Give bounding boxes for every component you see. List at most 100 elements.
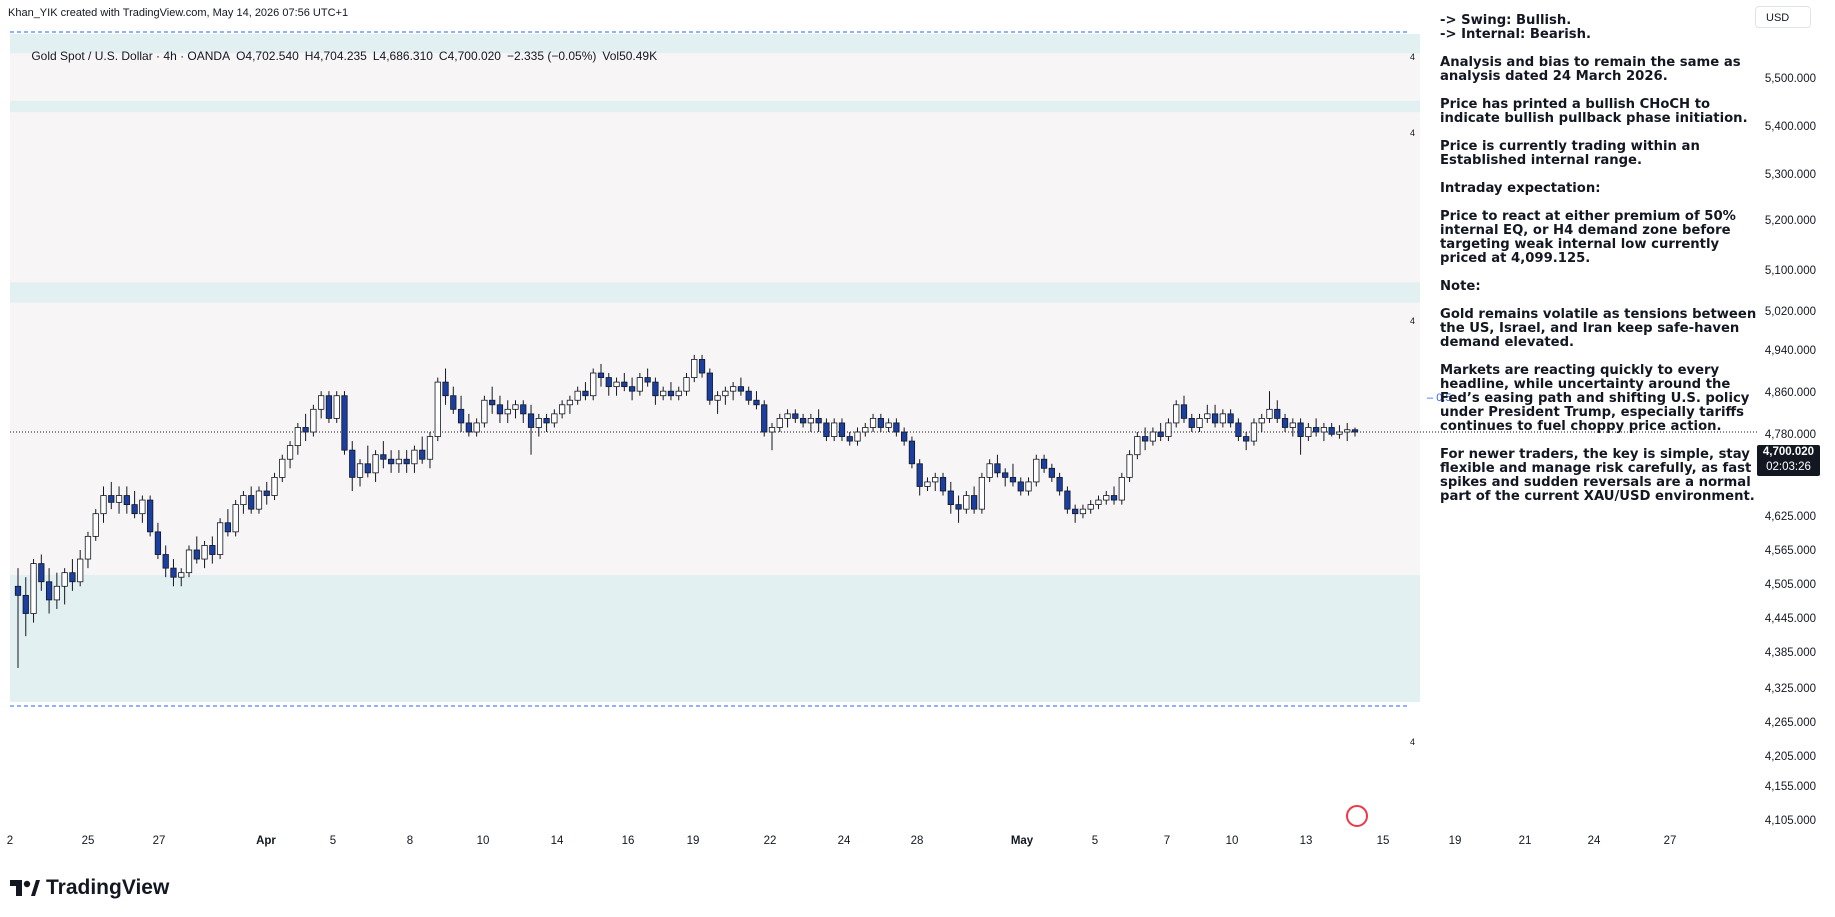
economic-event-icon[interactable]	[1346, 805, 1368, 827]
bullish-candle	[1289, 422, 1296, 428]
bullish-candle	[714, 395, 721, 401]
brand-name: TradingView	[46, 876, 170, 899]
bullish-candle	[1103, 495, 1110, 501]
bullish-candle	[831, 422, 838, 437]
price-tick-label: 4,780.000	[1764, 429, 1816, 441]
bearish-candle	[520, 404, 527, 415]
bearish-candle	[1235, 422, 1242, 437]
bearish-candle	[799, 417, 807, 424]
bearish-candle	[916, 463, 923, 487]
bearish-candle	[1180, 404, 1188, 419]
bullish-candle	[232, 504, 239, 533]
bullish-candle	[1095, 499, 1102, 506]
bullish-candle	[1196, 417, 1203, 428]
bearish-candle	[349, 449, 356, 478]
bullish-candle	[372, 454, 379, 474]
bar-countdown: 02:03:26	[1766, 461, 1811, 473]
bullish-candle	[30, 563, 37, 614]
analysis-paragraph: Price has printed a bullish CHoCH to ind…	[1440, 97, 1748, 126]
bearish-candle	[1157, 431, 1164, 437]
bearish-candle	[621, 381, 628, 388]
bullish-candle	[185, 549, 193, 574]
bullish-candle	[986, 463, 993, 478]
bullish-candle	[869, 417, 877, 428]
time-axis[interactable]: 2 25 27 Apr 5 8 10 14 16 19 22 24 28 May 5 7 10 13 15 19 21 2…	[7, 835, 1757, 855]
bullish-candle	[426, 436, 434, 460]
bullish-candle	[978, 476, 986, 510]
bearish-candle	[69, 572, 76, 583]
symbol-legend[interactable]: Gold Spot / U.S. Dollar · 4h · OANDA O4,7…	[18, 35, 663, 77]
bearish-candle	[1048, 467, 1055, 478]
bullish-candle	[1305, 427, 1312, 437]
bullish-candle	[1149, 431, 1157, 442]
bearish-candle	[1351, 429, 1359, 433]
bullish-candle	[660, 390, 667, 397]
price-tick-label: 4,625.000	[1764, 511, 1816, 523]
bullish-candle	[566, 399, 574, 406]
ohlc-low: L4,686.310	[372, 49, 433, 63]
bearish-candle	[224, 522, 231, 533]
analysis-heading: Note:	[1440, 279, 1481, 294]
symbol-name[interactable]: Gold Spot / U.S. Dollar · 4h · OANDA	[31, 49, 230, 63]
zone-label: 4	[1410, 737, 1416, 747]
bullish-candle	[636, 377, 643, 392]
bullish-candle	[574, 390, 581, 401]
time-tick-label: 28	[910, 835, 924, 847]
bullish-candle	[1079, 508, 1087, 515]
zone-label: 4	[1410, 128, 1416, 138]
bearish-candle	[465, 422, 472, 433]
analysis-paragraph: Markets are reacting quickly to every he…	[1440, 363, 1750, 434]
price-tick-label: 4,265.000	[1764, 717, 1816, 729]
bearish-candle	[147, 499, 154, 533]
bearish-candle	[605, 377, 612, 388]
bullish-candle	[691, 359, 698, 378]
time-tick-label: Apr	[256, 835, 276, 847]
bullish-candle	[473, 422, 480, 433]
ohlc-high: H4,704.235	[304, 49, 367, 63]
bearish-candle	[527, 413, 535, 428]
bearish-candle	[248, 495, 255, 510]
bullish-candle	[675, 390, 682, 397]
bullish-candle	[807, 417, 814, 424]
bearish-candle	[846, 436, 853, 442]
bullish-candle	[1126, 454, 1133, 478]
price-tick-label: 4,325.000	[1764, 683, 1816, 695]
bullish-candle	[613, 381, 620, 388]
analysis-note[interactable]: -> Swing: Bullish. -> Internal: Bearish.…	[1440, 14, 1770, 518]
tradingview-logo[interactable]: TradingView	[10, 876, 169, 900]
time-tick-label: 27	[152, 835, 166, 847]
bullish-candle	[53, 585, 60, 601]
last-price-label: 4,700.020 02:03:26	[1757, 445, 1820, 476]
bullish-candle	[318, 395, 325, 410]
price-tick-label: 4,155.000	[1764, 781, 1816, 793]
price-tick-label: 5,400.000	[1764, 121, 1816, 133]
demand-zone	[10, 100, 1420, 113]
bullish-candle	[1204, 413, 1211, 419]
bullish-candle	[240, 495, 247, 506]
bearish-candle	[1064, 490, 1071, 510]
bearish-candle	[364, 463, 371, 474]
price-tick-label: 4,105.000	[1764, 815, 1816, 827]
bearish-candle	[108, 495, 115, 503]
time-tick-label: 7	[1163, 835, 1171, 847]
bullish-candle	[854, 431, 861, 442]
range-box	[10, 34, 1420, 575]
bearish-candle	[628, 386, 636, 392]
time-tick-label: 15	[1376, 835, 1390, 847]
bearish-candle	[325, 395, 333, 419]
zone-label: 4	[1410, 52, 1416, 62]
bullish-candle	[434, 381, 441, 437]
price-tick-label: 5,500.000	[1764, 73, 1816, 85]
ohlc-close: C4,700.020	[438, 49, 501, 63]
bullish-candle	[504, 408, 511, 415]
time-tick-label: 25	[81, 835, 95, 847]
bullish-candle	[784, 413, 791, 419]
demand-zone	[10, 574, 1420, 702]
bearish-candle	[1056, 476, 1063, 492]
price-tick-label: 4,205.000	[1764, 751, 1816, 763]
time-tick-label: 14	[550, 835, 564, 847]
price-axis[interactable]: 5,500.000 5,400.000 5,300.000 5,200.000 5,10…	[1757, 0, 1835, 840]
bearish-candle	[1040, 458, 1048, 469]
price-tick-label: 4,505.000	[1764, 579, 1816, 591]
bearish-candle	[815, 417, 822, 424]
